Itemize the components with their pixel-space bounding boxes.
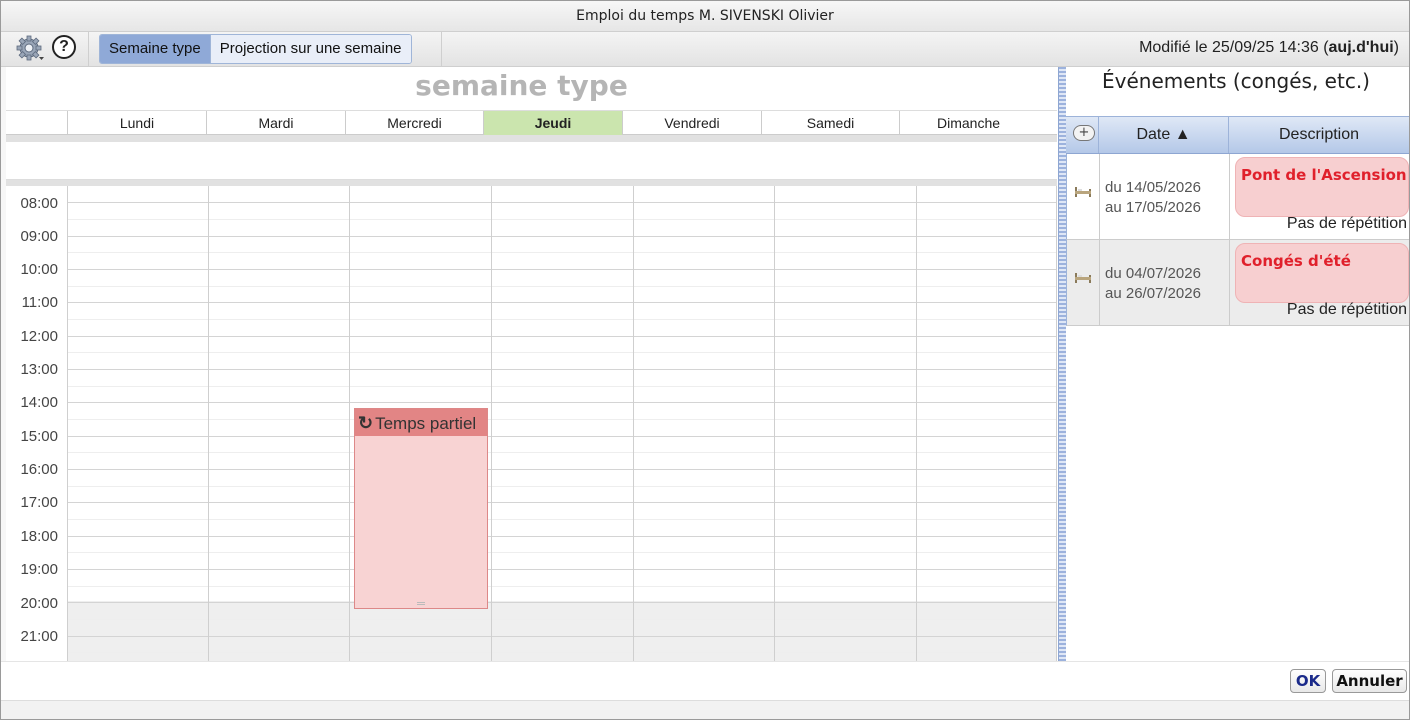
holiday-name: Pont de l'Ascension — [1235, 157, 1409, 217]
event-title: Temps partiel — [375, 414, 477, 433]
modified-today: auj.d'hui — [1328, 39, 1394, 56]
time-grid[interactable]: 08:00 09:00 10:00 11:00 12:00 13:00 14:0… — [6, 186, 1057, 661]
add-event-button[interactable]: + — [1073, 125, 1095, 141]
day-header-dimanche[interactable]: Dimanche — [899, 111, 1037, 135]
hour-label: 17:00 — [20, 494, 58, 511]
event-header: ↻ Temps partiel — [355, 409, 487, 436]
event-dates: du 04/07/2026 au 26/07/2026 — [1099, 240, 1230, 325]
all-day-row[interactable] — [6, 142, 1057, 180]
day-header-lundi[interactable]: Lundi — [67, 111, 206, 135]
status-bar — [1, 700, 1409, 719]
dialog-footer: OK Annuler — [1, 661, 1409, 701]
hour-label: 13:00 — [20, 361, 58, 378]
table-row[interactable]: du 04/07/2026 au 26/07/2026 Congés d'été … — [1066, 240, 1409, 326]
column-header-description[interactable]: Description — [1229, 117, 1409, 153]
view-mode-toggle: Semaine type Projection sur une semaine — [99, 34, 412, 64]
ok-button[interactable]: OK — [1290, 669, 1326, 693]
holiday-name: Congés d'été — [1235, 243, 1409, 303]
day-header-samedi[interactable]: Samedi — [761, 111, 899, 135]
hour-label: 19:00 — [20, 561, 58, 578]
day-header-mercredi[interactable]: Mercredi — [345, 111, 483, 135]
hour-label: 10:00 — [20, 261, 58, 278]
recurring-icon: ↻ — [358, 413, 374, 433]
events-table-header: + Date ▲ Description — [1066, 117, 1409, 154]
window-title: Emploi du temps M. SIVENSKI Olivier — [1, 1, 1409, 32]
bed-icon — [1075, 187, 1091, 197]
modified-suffix: ) — [1393, 39, 1399, 56]
repeat-label: Pas de répétition — [1286, 215, 1407, 232]
hour-label: 21:00 — [20, 628, 58, 645]
cancel-button[interactable]: Annuler — [1332, 669, 1407, 693]
help-icon[interactable]: ? — [52, 35, 76, 59]
day-header-mardi[interactable]: Mardi — [206, 111, 345, 135]
gear-icon[interactable] — [15, 35, 45, 63]
modified-info: Modifié le 25/09/25 14:36 (auj.d'hui) — [1139, 39, 1399, 57]
event-dates: du 14/05/2026 au 17/05/2026 — [1099, 154, 1230, 239]
hour-label: 16:00 — [20, 461, 58, 478]
bed-icon — [1075, 273, 1091, 283]
modified-prefix: Modifié le 25/09/25 14:36 ( — [1139, 39, 1329, 56]
weekly-schedule: semaine type Lundi Mardi Mercredi Jeudi … — [6, 67, 1058, 661]
events-panel-title: Événements (congés, etc.) — [1102, 69, 1370, 93]
hour-label: 15:00 — [20, 428, 58, 445]
event-temps-partiel[interactable]: ↻ Temps partiel — [354, 408, 488, 609]
day-header-row: Lundi Mardi Mercredi Jeudi Vendredi Same… — [6, 110, 1057, 135]
events-panel: Événements (congés, etc.) + Date ▲ Descr… — [1066, 67, 1409, 661]
day-header-jeudi[interactable]: Jeudi — [483, 111, 622, 135]
date-to: au 26/07/2026 — [1105, 285, 1201, 302]
dialog-window: Emploi du temps M. SIVENSKI Olivier ? Se… — [0, 0, 1410, 720]
divider-bar — [6, 135, 1057, 142]
hour-label: 12:00 — [20, 328, 58, 345]
panel-splitter[interactable] — [1058, 67, 1066, 661]
events-table: + Date ▲ Description du 14/05/2026 au 17/… — [1066, 116, 1409, 326]
date-from: du 14/05/2026 — [1105, 179, 1201, 196]
hour-label: 08:00 — [20, 195, 58, 212]
date-from: du 04/07/2026 — [1105, 265, 1201, 282]
date-to: au 17/05/2026 — [1105, 199, 1201, 216]
resize-handle[interactable] — [417, 602, 425, 605]
hour-label: 11:00 — [21, 294, 58, 311]
toolbar-divider — [88, 32, 89, 66]
column-header-date[interactable]: Date ▲ — [1098, 117, 1229, 153]
tab-semaine-type[interactable]: Semaine type — [100, 35, 210, 63]
toolbar-divider — [441, 32, 442, 66]
schedule-title: semaine type — [415, 69, 628, 102]
day-header-vendredi[interactable]: Vendredi — [622, 111, 761, 135]
repeat-label: Pas de répétition — [1286, 301, 1407, 318]
hour-label: 20:00 — [20, 595, 58, 612]
hour-label: 18:00 — [20, 528, 58, 545]
tab-projection[interactable]: Projection sur une semaine — [209, 35, 411, 63]
table-row[interactable]: du 14/05/2026 au 17/05/2026 Pont de l'Asc… — [1066, 154, 1409, 240]
hour-label: 14:00 — [20, 394, 58, 411]
hour-label: 09:00 — [20, 228, 58, 245]
